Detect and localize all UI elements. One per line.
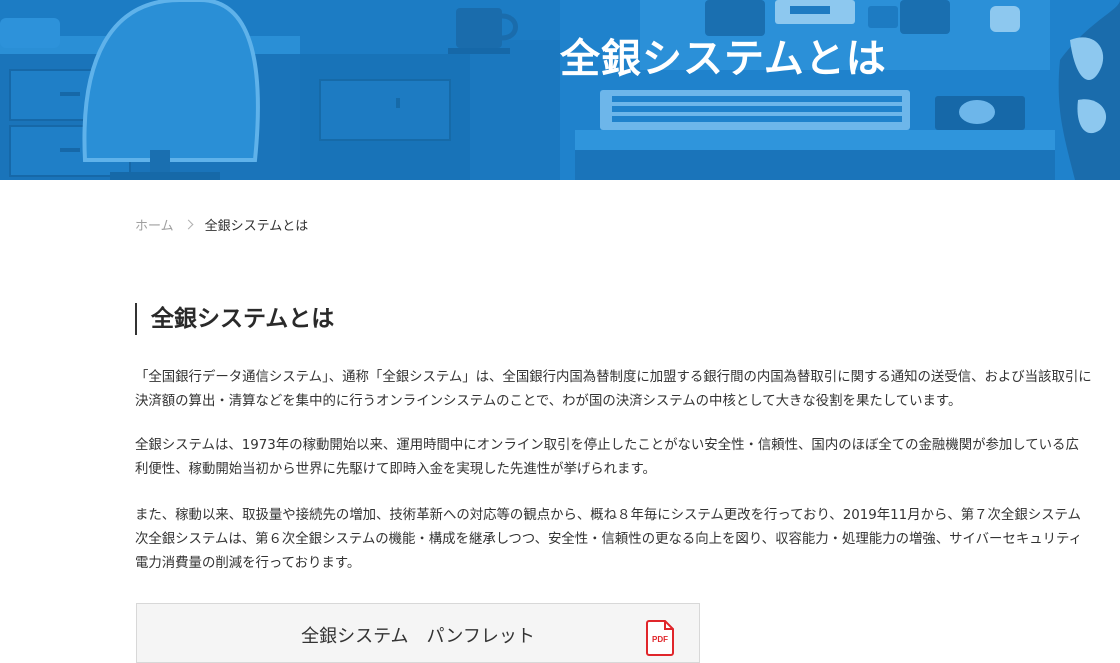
hero-banner: 全銀システムとは <box>0 0 1120 180</box>
page-title: 全銀システムとは <box>135 303 334 335</box>
paragraph-line: 次全銀システムは、第６次全銀システムの機能・構成を継承しつつ、安全性・信頼性の更… <box>135 532 1082 547</box>
paragraph-line: また、稼動以来、取扱量や接続先の増加、技術革新への対応等の観点から、概ね８年毎に… <box>135 508 1081 523</box>
pamphlet-download-link[interactable]: 全銀システム パンフレット PDF <box>136 603 700 663</box>
intro-paragraph: 「全国銀行データ通信システム」、通称「全銀システム」は、全国銀行内国為替制度に加… <box>135 366 1120 414</box>
office-desk-illustration <box>0 0 1120 180</box>
pdf-icon-text: PDF <box>652 635 668 644</box>
breadcrumb-current: 全銀システムとは <box>204 218 309 234</box>
hero-title: 全銀システムとは <box>560 36 887 82</box>
breadcrumb: ホーム 全銀システムとは <box>135 214 308 234</box>
pdf-file-icon: PDF <box>646 620 674 656</box>
paragraph-line: 電力消費量の削減を行っております。 <box>135 556 361 571</box>
chevron-right-icon <box>183 219 194 229</box>
paragraph-line: 決済額の算出・清算などを集中的に行うオンラインシステムのことで、わが国の決済シス… <box>135 394 962 409</box>
history-paragraph: また、稼動以来、取扱量や接続先の増加、技術革新への対応等の観点から、概ね８年毎に… <box>135 504 1120 576</box>
paragraph-line: 利便性、稼動開始当初から世界に先駆けて即時入金を実現した先進性が挙げられます。 <box>135 462 656 477</box>
paragraph-line: 「全国銀行データ通信システム」、通称「全銀システム」は、全国銀行内国為替制度に加… <box>135 370 1092 385</box>
pamphlet-label: 全銀システム パンフレット <box>301 626 535 647</box>
features-paragraph: 全銀システムは、1973年の稼動開始以来、運用時間中にオンライン取引を停止したこ… <box>135 434 1120 482</box>
paragraph-line: 全銀システムは、1973年の稼動開始以来、運用時間中にオンライン取引を停止したこ… <box>135 438 1079 453</box>
breadcrumb-home-link[interactable]: ホーム <box>135 215 174 234</box>
